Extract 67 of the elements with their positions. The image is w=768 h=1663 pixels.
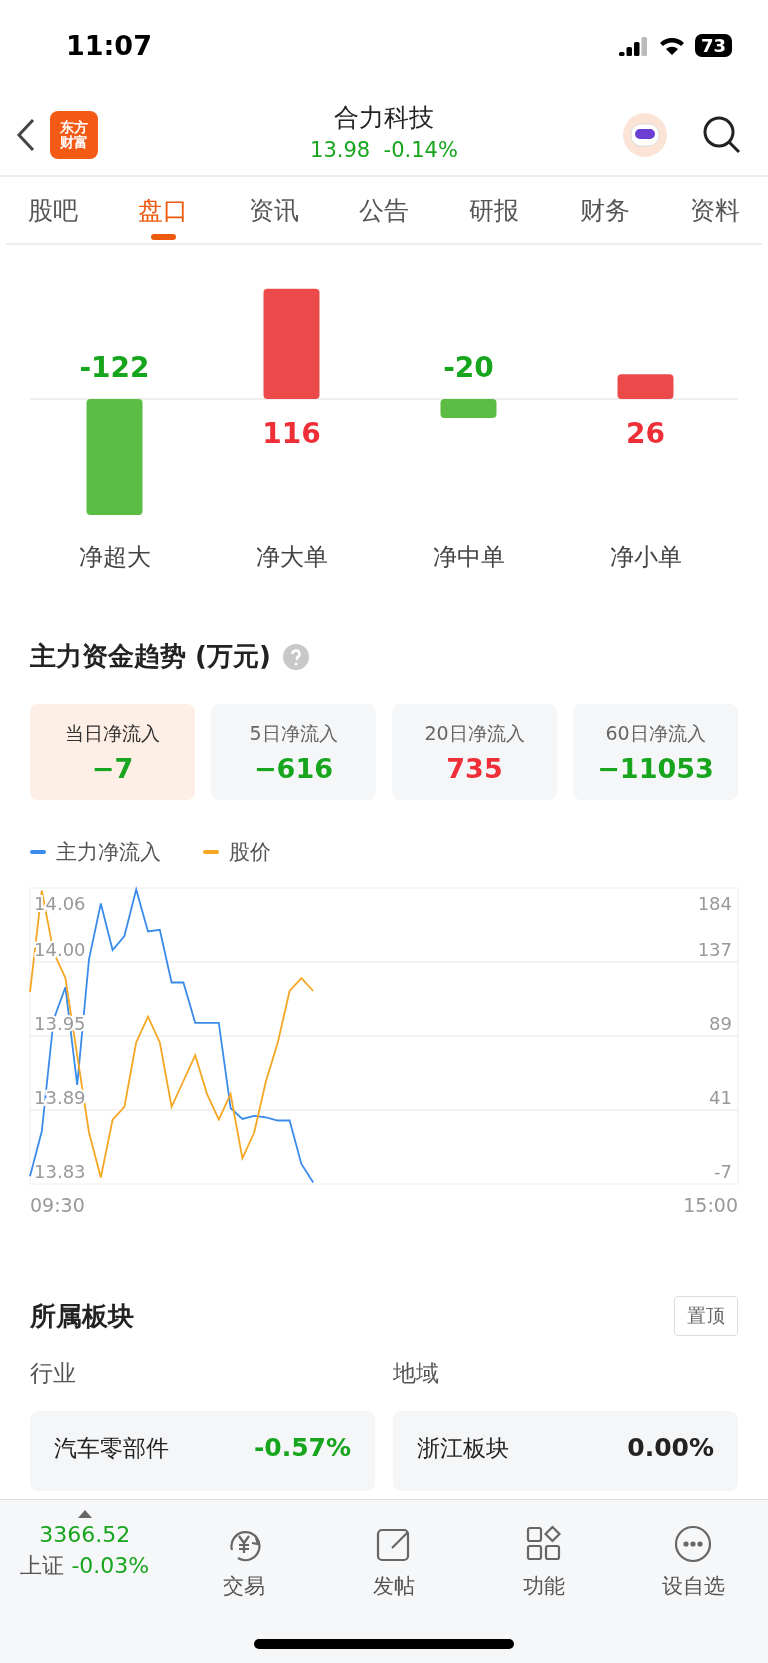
legend-label: 股价 (229, 839, 271, 866)
status-time: 11:07 (66, 30, 152, 61)
bar-value-label: -122 (79, 351, 150, 384)
sector-name: 浙江板块 (417, 1434, 509, 1463)
sector-card[interactable]: 汽车零部件 -0.57% (30, 1411, 375, 1491)
sector-name: 汽车零部件 (54, 1434, 169, 1463)
toolbar-button[interactable]: 设自选 (628, 1510, 759, 1601)
bar-value-label: 26 (626, 417, 665, 450)
card-label: 5日净流入 (249, 720, 338, 746)
toolbar-button[interactable]: 发帖 (329, 1510, 459, 1601)
axis-tick-label: 15:00 (683, 1194, 738, 1216)
more-icon (673, 1524, 714, 1564)
axis-tick-label: 137 (697, 939, 732, 960)
axis-tick-label: 89 (709, 1013, 732, 1034)
category-label: 净小单 (609, 543, 682, 571)
toolbar-button[interactable]: 交易 (179, 1510, 310, 1601)
axis-tick-label: -7 (714, 1161, 732, 1182)
axis-tick-label: 13.83 (34, 1161, 86, 1182)
sector-change: 0.00% (627, 1433, 714, 1464)
index-change: 上证 -0.03% (20, 1552, 150, 1580)
bar-value-label: -20 (443, 351, 494, 384)
tab[interactable]: 股吧 (28, 183, 78, 237)
card-value: −11053 (597, 752, 714, 784)
search-icon[interactable] (702, 115, 742, 155)
toolbar-button[interactable]: 功能 (478, 1510, 609, 1601)
card-label: 60日净流入 (605, 720, 706, 746)
caret-up-icon (77, 1510, 92, 1518)
section-title: 主力资金趋势 (万元) (30, 640, 271, 673)
axis-tick-label: 184 (697, 893, 732, 914)
app-logo: 东方 财富 (50, 111, 98, 159)
back-icon[interactable] (16, 118, 36, 152)
tab[interactable]: 资料 (689, 183, 740, 237)
card-value: −7 (91, 752, 134, 784)
inflow-card[interactable]: 20日净流入 735 (392, 704, 557, 800)
card-label: 20日净流入 (424, 720, 525, 746)
tab[interactable]: 财务 (579, 183, 630, 237)
tab[interactable]: 研报 (469, 183, 520, 237)
pin-button[interactable]: 置顶 (674, 1296, 738, 1336)
card-label: 当日净流入 (65, 720, 160, 746)
inflow-card[interactable]: 5日净流入 −616 (211, 704, 376, 800)
bar (440, 399, 497, 418)
category-label: 净大单 (255, 543, 328, 571)
index-value: 3366.52 (39, 1522, 131, 1547)
bar-value-label: 116 (262, 417, 321, 450)
tab[interactable]: 公告 (359, 183, 409, 237)
card-value: −616 (254, 752, 333, 784)
card-value: 735 (446, 752, 503, 784)
category-label: 净中单 (432, 543, 505, 571)
group-label: 地域 (393, 1360, 439, 1386)
category-label: 净超大 (78, 543, 151, 571)
tab[interactable]: 资讯 (248, 183, 299, 237)
legend-label: 主力净流入 (56, 839, 161, 866)
stock-price: 13.98 -0.14% (310, 138, 458, 162)
axis-tick-label: 41 (709, 1087, 732, 1108)
wifi-icon (658, 35, 685, 56)
group-label: 行业 (30, 1360, 76, 1386)
inflow-card[interactable]: 60日净流入 −11053 (573, 704, 738, 800)
signal-icon (618, 35, 649, 56)
bar (617, 374, 674, 399)
battery-level: 73 (694, 34, 732, 57)
stock-title: 合力科技 (334, 102, 434, 134)
sector-card[interactable]: 浙江板块 0.00% (393, 1411, 738, 1491)
inflow-card[interactable]: 当日净流入 −7 (30, 704, 195, 800)
axis-tick-label: 09:30 (30, 1194, 85, 1216)
robot-avatar-icon[interactable] (622, 112, 668, 158)
section-title: 所属板块 (30, 1299, 134, 1333)
sector-change: -0.57% (253, 1433, 351, 1464)
